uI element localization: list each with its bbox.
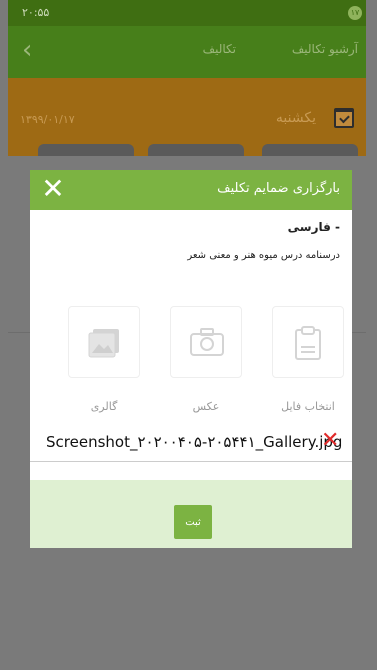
app-screen: ۲۰:۵۵ ۱۷ ‹ تکالیف آرشیو تکالیف ۱۳۹۹/۰۱/۱… bbox=[8, 0, 366, 670]
date-value: ۱۳۹۹/۰۱/۱۷ bbox=[20, 113, 75, 126]
remove-file-icon[interactable]: ✕ bbox=[321, 430, 339, 452]
upload-dialog: ✕ بارگزاری ضمایم تکلیف - فارسی درسنامه د… bbox=[30, 170, 352, 548]
close-icon[interactable]: ✕ bbox=[38, 174, 68, 204]
clipboard-icon bbox=[295, 326, 321, 360]
camera-icon bbox=[190, 328, 224, 356]
camera-label: عکس bbox=[192, 400, 220, 413]
dialog-title: بارگزاری ضمایم تکلیف bbox=[217, 181, 340, 196]
calendar-check-icon bbox=[334, 108, 354, 128]
app-bar: ‹ تکالیف آرشیو تکالیف bbox=[8, 26, 366, 78]
choose-file-label: انتخاب فایل bbox=[281, 400, 335, 413]
back-arrow-icon[interactable]: ‹ bbox=[22, 37, 44, 63]
date-strip: ۱۳۹۹/۰۱/۱۷ یکشنبه bbox=[8, 78, 366, 158]
dialog-divider bbox=[30, 461, 352, 462]
assignment-description: درسنامه درس میوه هنر و معنی شعر bbox=[187, 250, 340, 261]
day-name: یکشنبه bbox=[275, 110, 316, 126]
gallery-button[interactable] bbox=[68, 306, 140, 378]
gallery-icon bbox=[88, 329, 119, 358]
battery-icon: ۱۷ bbox=[348, 6, 362, 20]
camera-button[interactable] bbox=[170, 306, 242, 378]
status-time: ۲۰:۵۵ bbox=[22, 6, 50, 19]
attached-file-name: Screenshot_۲۰۲۰۰۴۰۵-۲۰۵۴۴۱_Gallery.jpg bbox=[46, 433, 343, 451]
choose-file-button[interactable] bbox=[272, 306, 344, 378]
app-bar-subtitle: آرشیو تکالیف bbox=[291, 42, 358, 56]
subject-label: - فارسی bbox=[287, 220, 340, 234]
submit-button[interactable]: ثبت bbox=[174, 505, 212, 539]
gallery-label: گالری bbox=[90, 400, 118, 413]
app-bar-title: تکالیف bbox=[202, 42, 236, 56]
dialog-header: ✕ بارگزاری ضمایم تکلیف bbox=[30, 170, 352, 210]
status-bar: ۲۰:۵۵ ۱۷ bbox=[8, 0, 366, 26]
